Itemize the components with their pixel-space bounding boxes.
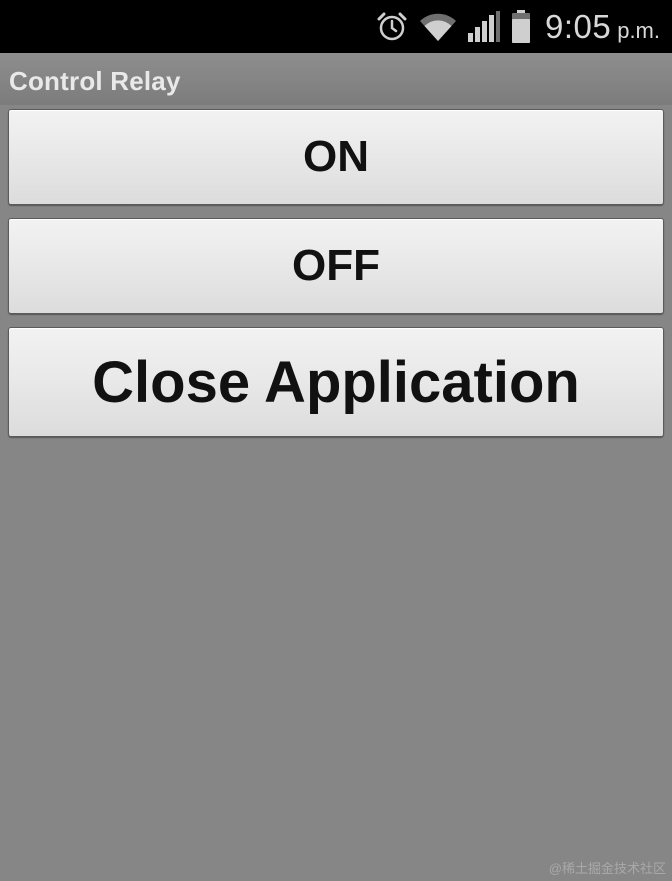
battery-icon <box>511 9 531 44</box>
off-button[interactable]: OFF <box>8 218 664 314</box>
close-application-button[interactable]: Close Application <box>8 327 664 437</box>
on-button[interactable]: ON <box>8 109 664 205</box>
clock-time: 9:05 <box>544 7 612 45</box>
main-content: ON OFF Close Application <box>0 105 672 881</box>
clock-ampm: p.m. <box>617 17 660 43</box>
wifi-icon <box>419 11 457 43</box>
alarm-icon <box>375 10 409 44</box>
signal-icon <box>467 10 501 43</box>
status-clock: 9:05 p.m. <box>545 8 660 46</box>
title-bar: Control Relay <box>0 53 672 105</box>
status-icons: 9:05 p.m. <box>375 0 660 53</box>
app-title: Control Relay <box>9 66 181 96</box>
watermark: @稀土掘金技术社区 <box>548 861 666 876</box>
status-bar: 9:05 p.m. <box>0 0 672 53</box>
